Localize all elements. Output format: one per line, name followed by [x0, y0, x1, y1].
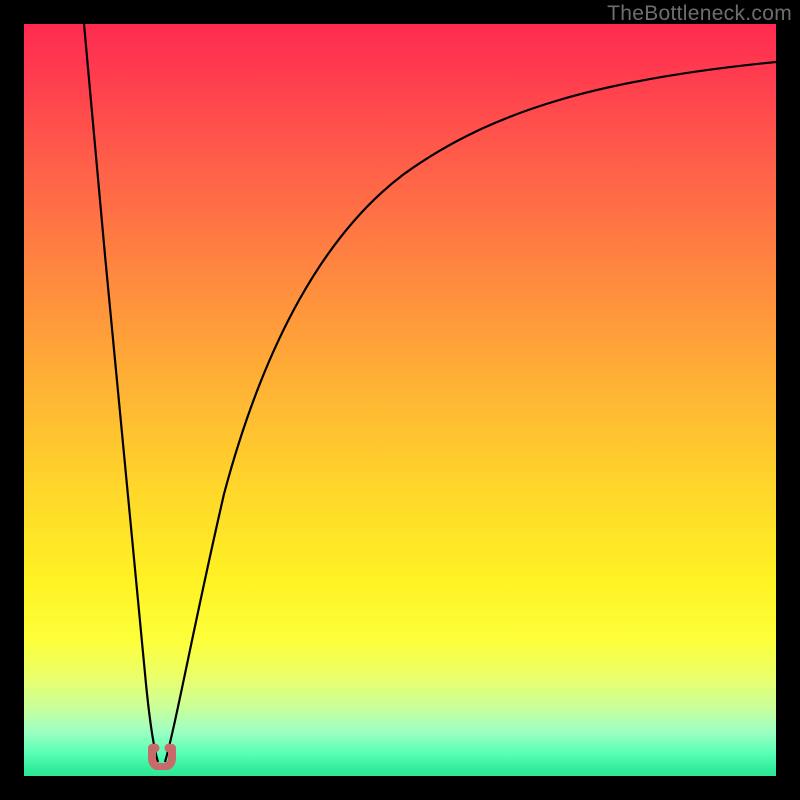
bottleneck-curve	[24, 24, 776, 776]
chart-frame: TheBottleneck.com	[0, 0, 800, 800]
watermark-text: TheBottleneck.com	[607, 2, 792, 26]
plot-area	[24, 24, 776, 776]
